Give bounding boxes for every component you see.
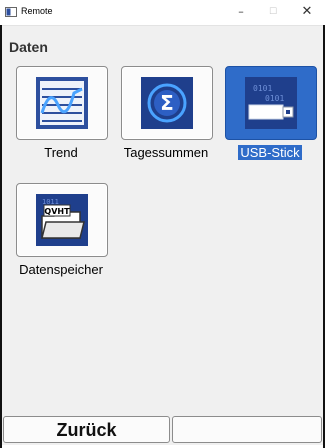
usb-stick-icon: 0101 0101 [245,77,297,129]
tile-datenspeicher-frame[interactable]: 1011 QVHT [16,183,108,257]
tile-datenspeicher-label: Datenspeicher [19,262,103,277]
tile-trend[interactable]: Trend [13,66,113,186]
unlabeled-button[interactable] [172,416,322,443]
tile-datenspeicher[interactable]: 1011 QVHT Datenspeicher [13,183,113,303]
tile-usb-stick-label: USB-Stick [238,145,302,160]
data-folder-icon: 1011 QVHT [36,194,88,246]
tile-trend-frame[interactable] [16,66,108,140]
sigma-sum-icon: Σ [141,77,193,129]
svg-text:Σ: Σ [160,91,174,115]
maximize-button[interactable]: ☐ [262,0,284,25]
minimize-button[interactable]: – [230,0,252,25]
page-title: Daten [9,39,48,55]
main-panel: Daten Trend Σ Tagessummen 0101 0101 USB-… [2,26,323,445]
svg-text:0101: 0101 [253,84,272,93]
close-button[interactable]: ✕ [296,0,318,25]
tile-tagessummen-frame[interactable]: Σ [121,66,213,140]
window-title-bar[interactable]: Remote – ☐ ✕ [0,0,325,26]
app-window-icon [5,7,17,17]
data-folder-icon-text: QVHT [44,207,70,216]
tile-trend-label: Trend [44,145,78,160]
trend-chart-icon [36,77,88,129]
tile-usb-stick-frame[interactable]: 0101 0101 [225,66,317,140]
tile-tagessummen[interactable]: Σ Tagessummen [118,66,218,186]
back-button[interactable]: Zurück [3,416,170,443]
tile-tagessummen-label: Tagessummen [123,145,209,160]
bottom-button-bar: Zurück [2,416,323,445]
window-title: Remote [21,6,53,16]
tile-usb-stick[interactable]: 0101 0101 USB-Stick [222,66,322,186]
svg-text:0101: 0101 [265,94,284,103]
